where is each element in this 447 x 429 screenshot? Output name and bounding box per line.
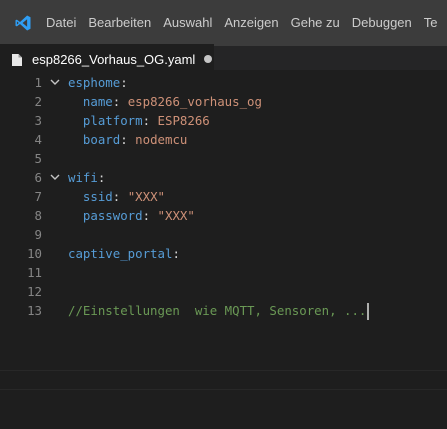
yaml-colon: : [112, 189, 128, 204]
menu-item[interactable]: Auswahl [157, 0, 218, 46]
text-cursor [367, 303, 370, 320]
code-text: ssid: "XXX" [68, 187, 165, 206]
code-line: 4 board: nodemcu [0, 130, 447, 149]
title-menu-bar: Datei Bearbeiten Auswahl Anzeigen Gehe zu Deb… [0, 0, 447, 46]
current-line-highlight [0, 370, 447, 390]
yaml-value: "XXX" [127, 189, 165, 204]
yaml-key: password [82, 208, 143, 223]
line-number: 2 [34, 94, 42, 109]
tab-filename: esp8266_Vorhaus_OG.yaml [32, 51, 196, 67]
line-number: 12 [27, 284, 42, 299]
yaml-colon: : [172, 246, 180, 261]
line-number: 9 [34, 227, 42, 242]
line-number: 7 [34, 189, 42, 204]
code-line: 12 [0, 282, 447, 301]
code-text: name: esp8266_vorhaus_og [68, 92, 262, 111]
code-line: 5 [0, 149, 447, 168]
code-text: wifi: [68, 168, 105, 187]
code-line: 1 esphome: [0, 73, 447, 92]
line-number: 8 [34, 208, 42, 223]
tab-bar: esp8266_Vorhaus_OG.yaml [0, 44, 447, 74]
code-line: 10 captive_portal: [0, 244, 447, 263]
yaml-key: wifi [68, 170, 98, 185]
yaml-colon: : [120, 75, 128, 90]
unsaved-dot-icon[interactable] [204, 55, 213, 63]
line-number: 1 [34, 75, 42, 90]
code-text: captive_portal: [68, 244, 180, 263]
yaml-colon: : [97, 170, 106, 185]
file-icon [12, 53, 22, 66]
code-text: esphome: [68, 73, 128, 92]
yaml-key: captive_portal [68, 246, 173, 261]
code-text: //Einstellungen wie MQTT, Sensoren, ... [68, 301, 370, 320]
line-number: 5 [34, 151, 42, 166]
yaml-key: platform [82, 113, 143, 128]
vscode-logo-icon[interactable] [0, 0, 46, 46]
code-text: board: nodemcu [68, 130, 187, 149]
menu-item[interactable]: Gehe zu [285, 0, 346, 46]
menu-item[interactable]: Anzeigen [218, 0, 284, 46]
yaml-colon: : [120, 132, 136, 147]
line-number: 6 [34, 170, 42, 185]
fold-chevron-icon[interactable] [49, 168, 61, 187]
code-editor[interactable]: 1 esphome: 2 name: esp8266_vorhaus_og 3 pla… [0, 70, 447, 429]
code-text: platform: ESP8266 [68, 111, 210, 130]
code-line: 9 [0, 225, 447, 244]
code-line: 11 [0, 263, 447, 282]
menu-item[interactable]: Te [418, 0, 444, 46]
menu: Datei Bearbeiten Auswahl Anzeigen Gehe zu Deb… [46, 0, 444, 46]
code-line: 7 ssid: "XXX" [0, 187, 447, 206]
yaml-key: esphome [68, 75, 121, 90]
yaml-key: board [82, 132, 121, 147]
yaml-key: name [82, 94, 113, 109]
code-line: 3 platform: ESP8266 [0, 111, 447, 130]
line-number: 4 [34, 132, 42, 147]
line-number: 13 [27, 303, 42, 318]
yaml-colon: : [142, 113, 158, 128]
line-number: 10 [27, 246, 42, 261]
code-text: password: "XXX" [68, 206, 195, 225]
menu-item[interactable]: Datei [46, 0, 82, 46]
yaml-value: "XXX" [157, 208, 195, 223]
code-line: 8 password: "XXX" [0, 206, 447, 225]
fold-chevron-icon[interactable] [49, 73, 61, 92]
yaml-value: nodemcu [135, 132, 188, 147]
menu-item[interactable]: Bearbeiten [82, 0, 157, 46]
line-number: 11 [27, 265, 42, 280]
code-line: 2 name: esp8266_vorhaus_og [0, 92, 447, 111]
code-line: 6 wifi: [0, 168, 447, 187]
code-line: 13 //Einstellungen wie MQTT, Sensoren, ..… [0, 301, 447, 320]
comment-text: //Einstellungen wie MQTT, Sensoren, ... [68, 303, 367, 318]
yaml-colon: : [112, 94, 128, 109]
yaml-value: ESP8266 [157, 113, 210, 128]
line-number: 3 [34, 113, 42, 128]
yaml-colon: : [142, 208, 158, 223]
menu-item[interactable]: Debuggen [346, 0, 418, 46]
yaml-value: esp8266_vorhaus_og [127, 94, 262, 109]
yaml-key: ssid [82, 189, 113, 204]
